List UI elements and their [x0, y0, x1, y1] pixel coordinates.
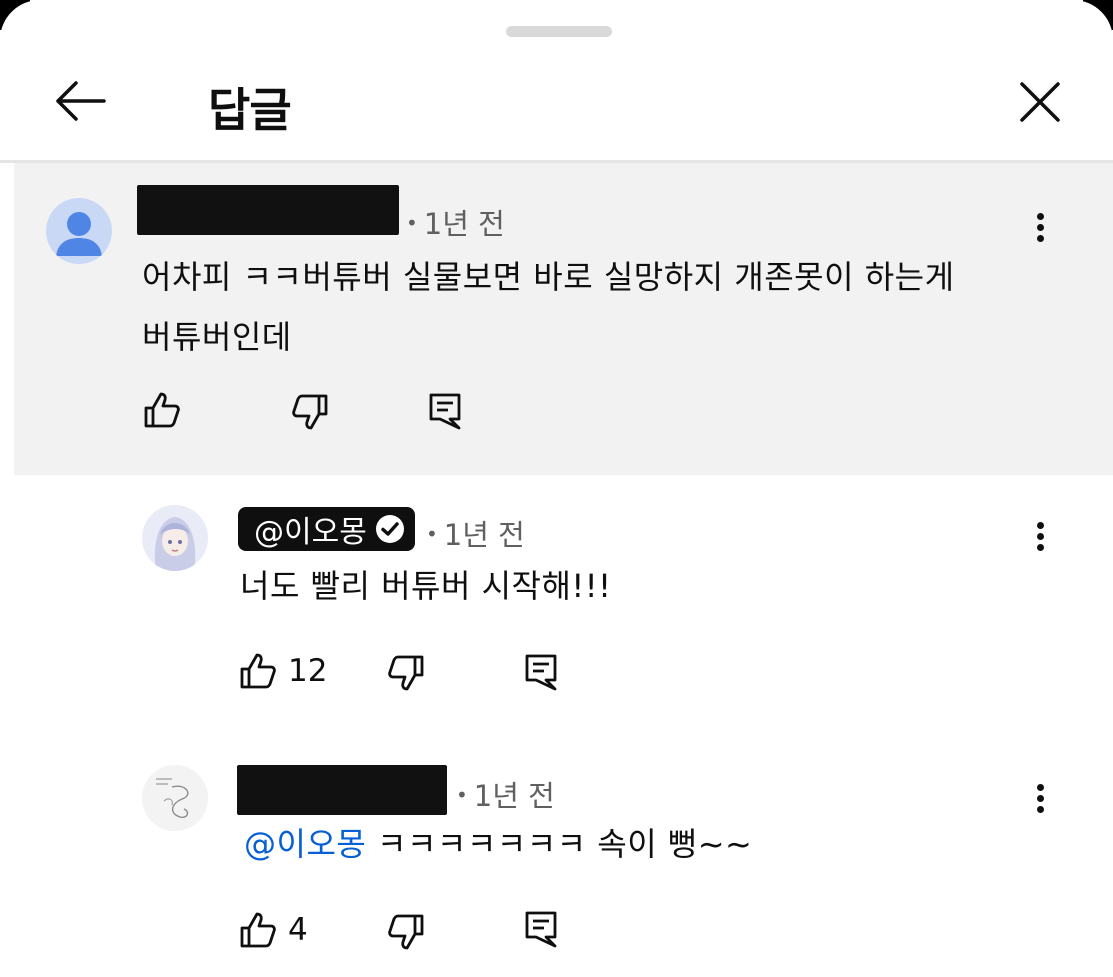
- back-button[interactable]: [52, 76, 108, 126]
- reply-comment-icon: [429, 393, 461, 430]
- parent-comment: • 1년 전 어차피 ㅋㅋ버튜버 실물보면 바로 실망하지 개존못이 하는게 버튜…: [14, 163, 1113, 475]
- like-button[interactable]: [142, 390, 182, 430]
- more-vertical-icon-dot: [1036, 544, 1044, 551]
- comment-body: 어차피 ㅋㅋ버튜버 실물보면 바로 실망하지 개존못이 하는게 버튜버인데: [142, 247, 1092, 367]
- author-handle-badge[interactable]: @이오몽: [238, 507, 415, 551]
- reply-comment-icon: [525, 654, 557, 691]
- more-vertical-icon: [1036, 522, 1044, 529]
- drag-handle[interactable]: [506, 26, 612, 37]
- more-vertical-icon-dot: [1036, 224, 1044, 231]
- more-vertical-icon: [1036, 784, 1044, 791]
- more-vertical-icon-dot: [1036, 795, 1044, 802]
- thumbs-up-icon: [240, 912, 276, 948]
- more-options-button[interactable]: [1030, 780, 1050, 820]
- page-title: 답글: [208, 83, 292, 137]
- redacted-username: [137, 185, 399, 235]
- close-button[interactable]: [1016, 78, 1064, 126]
- thumbs-up-icon: [240, 653, 276, 689]
- thumbs-down-icon: [388, 914, 424, 950]
- time-text: 1년 전: [443, 518, 525, 552]
- time-text: 1년 전: [473, 779, 555, 813]
- sheet-header: 답글: [0, 60, 1113, 150]
- dislike-button[interactable]: [290, 392, 330, 432]
- like-count: 12: [288, 653, 328, 689]
- more-vertical-icon-dot: [1036, 806, 1044, 813]
- close-icon: [1020, 82, 1060, 122]
- comment-time: • 1년 전: [406, 207, 505, 241]
- reply-avatar-2[interactable]: [142, 765, 208, 831]
- reply-time-2: • 1년 전: [456, 779, 555, 813]
- more-options-button[interactable]: [1030, 209, 1050, 249]
- thumbs-down-icon: [292, 394, 328, 430]
- comment-line-2: 버튜버인데: [142, 318, 292, 356]
- person-icon: [46, 198, 112, 264]
- dislike-button[interactable]: [386, 653, 426, 693]
- reply-button[interactable]: [524, 910, 558, 948]
- reply-time-1: • 1년 전: [426, 518, 525, 552]
- reply-comment-icon: [525, 911, 557, 948]
- mention-link[interactable]: @이오몽: [244, 825, 366, 863]
- reply-button[interactable]: [524, 653, 558, 691]
- reply-avatar-1[interactable]: [142, 505, 208, 571]
- back-arrow-icon: [56, 81, 106, 121]
- reply-body-1: 너도 빨리 버튜버 시작해!!!: [240, 567, 612, 605]
- like-button[interactable]: 12: [238, 651, 327, 691]
- dislike-button[interactable]: [386, 912, 426, 952]
- author-handle: @이오몽: [254, 515, 367, 550]
- more-vertical-icon-dot: [1036, 533, 1044, 540]
- replies-sheet: 답글 • 1년 전 어차피 ㅋㅋ버튜버 실물보면 바로 실망하지 개존못이 하는게…: [0, 0, 1113, 977]
- comment-line-1: 어차피 ㅋㅋ버튜버 실물보면 바로 실망하지 개존못이 하는게: [142, 258, 955, 296]
- reply-button[interactable]: [428, 392, 462, 430]
- time-text: 1년 전: [423, 207, 505, 241]
- thumbs-down-icon: [388, 655, 424, 691]
- reply-body-2: @이오몽 ㅋㅋㅋㅋㅋㅋㅋ 속이 뻥~~: [244, 814, 752, 874]
- thumbs-up-icon: [144, 392, 180, 428]
- redacted-username: [237, 765, 447, 815]
- like-count: 4: [288, 912, 308, 948]
- vtuber-avatar-image: [142, 505, 208, 571]
- like-button[interactable]: 4: [238, 910, 308, 950]
- more-vertical-icon: [1036, 213, 1044, 220]
- default-avatar[interactable]: [46, 198, 112, 264]
- verified-check-icon: [375, 515, 404, 543]
- sketch-avatar-image: [142, 765, 208, 831]
- more-vertical-icon-dot: [1036, 235, 1044, 242]
- more-options-button[interactable]: [1030, 518, 1050, 558]
- reply-text: ㅋㅋㅋㅋㅋㅋㅋ 속이 뻥~~: [377, 825, 753, 863]
